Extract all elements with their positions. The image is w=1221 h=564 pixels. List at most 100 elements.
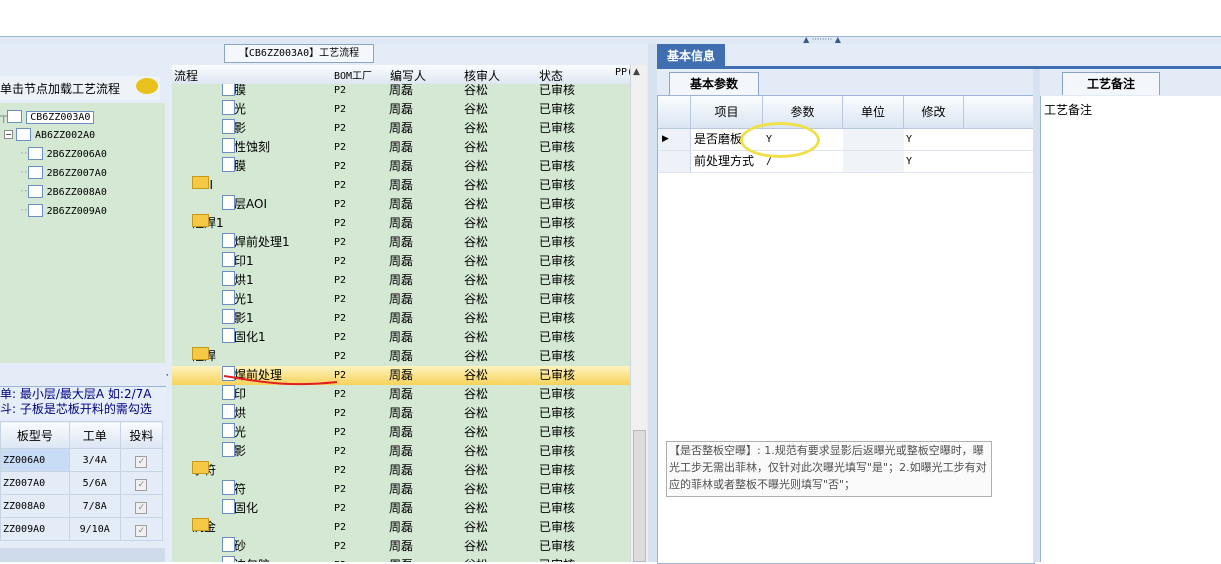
- table-row[interactable]: 丝印1 P2 周磊 谷松 已审核: [172, 252, 630, 271]
- yellow-highlight-circle: [740, 122, 820, 158]
- table-row[interactable]: −字符 P2 周磊 谷松 已审核: [172, 461, 630, 480]
- table-row[interactable]: ZZ007A0 5/6A ✓: [0, 471, 164, 495]
- status-cell: 已审核: [539, 216, 576, 230]
- col-header-modify[interactable]: 修改: [904, 96, 964, 129]
- author-cell: 周磊: [389, 406, 414, 420]
- author-cell: 周磊: [389, 387, 414, 401]
- author-cell: 周磊: [389, 216, 414, 230]
- feed-checkbox[interactable]: ✓: [135, 501, 148, 514]
- author-cell: 周磊: [389, 197, 414, 211]
- tab-basic-info[interactable]: 基本信息: [657, 44, 725, 68]
- folder-icon: [192, 347, 209, 360]
- col-header-model[interactable]: 板型号: [0, 421, 70, 449]
- table-row[interactable]: 字符 P2 周磊 谷松 已审核: [172, 480, 630, 499]
- bom-cell: P2: [334, 161, 347, 172]
- table-row[interactable]: 喷砂 P2 周磊 谷松 已审核: [172, 537, 630, 556]
- table-row[interactable]: ZZ009A0 9/10A ✓: [0, 517, 164, 541]
- table-row[interactable]: ZZ008A0 7/8A ✓: [0, 494, 164, 518]
- col-header-status[interactable]: 状态: [539, 67, 563, 84]
- table-row[interactable]: 前处理方式 / Y: [658, 151, 1034, 173]
- top-toolbar-band: [0, 36, 1221, 44]
- author-cell: 周磊: [389, 520, 414, 534]
- table-row[interactable]: 退膜 P2 周磊 谷松 已审核: [172, 157, 630, 176]
- reviewer-cell: 谷松: [464, 330, 489, 344]
- tree-node-level2[interactable]: ·· 2B6ZZ009A0: [20, 201, 107, 219]
- speech-bubble-icon[interactable]: [136, 78, 158, 94]
- table-row[interactable]: 贴膜 P2 周磊 谷松 已审核: [172, 84, 630, 100]
- reviewer-cell: 谷松: [464, 197, 489, 211]
- col-header-feed[interactable]: 投料: [119, 421, 164, 449]
- splitter-grip[interactable]: ▲ ········ ▲: [792, 36, 852, 44]
- collapse-icon[interactable]: −: [4, 130, 13, 139]
- table-row[interactable]: 预烘1 P2 周磊 谷松 已审核: [172, 271, 630, 290]
- tree-node-level2[interactable]: ·· 2B6ZZ007A0: [20, 163, 107, 181]
- table-row[interactable]: −沉金 P2 周磊 谷松 已审核: [172, 518, 630, 537]
- bom-cell: P2: [334, 503, 347, 514]
- table-row[interactable]: −AOI P2 周磊 谷松 已审核: [172, 176, 630, 195]
- table-row[interactable]: 板边包胶 P2 周磊 谷松 已审核: [172, 556, 630, 562]
- author-cell: 周磊: [389, 556, 413, 562]
- table-row[interactable]: 阻焊前处理1 P2 周磊 谷松 已审核: [172, 233, 630, 252]
- tab-basic-params[interactable]: 基本参数: [669, 72, 759, 95]
- bom-cell: P2: [334, 237, 347, 248]
- col-header-reviewer[interactable]: 核审人: [464, 67, 500, 84]
- flow-step-cell: 贴膜: [222, 84, 246, 100]
- feed-checkbox[interactable]: ✓: [135, 478, 148, 491]
- table-row[interactable]: 预烘 P2 周磊 谷松 已审核: [172, 404, 630, 423]
- reviewer-cell: 谷松: [464, 368, 489, 382]
- status-cell: 已审核: [539, 140, 576, 154]
- tree-node-root[interactable]: ┬ CB6ZZ003A0: [0, 107, 95, 125]
- reviewer-cell: 谷松: [464, 159, 489, 173]
- flow-step-cell: −阻焊: [192, 347, 216, 366]
- col-header-bom[interactable]: BOM工厂: [334, 67, 372, 82]
- folder-icon: [192, 461, 209, 474]
- vertical-scrollbar[interactable]: ▲: [630, 65, 647, 562]
- status-cell: 已审核: [539, 330, 576, 344]
- remarks-body[interactable]: 工艺备注: [1040, 96, 1221, 562]
- table-row[interactable]: 显影 P2 周磊 谷松 已审核: [172, 442, 630, 461]
- table-row[interactable]: ZZ006A0 3/4A ✓: [0, 448, 164, 472]
- bom-cell: P2: [334, 180, 347, 191]
- table-row[interactable]: 外层AOI P2 周磊 谷松 已审核: [172, 195, 630, 214]
- col-header-item[interactable]: 项目: [691, 96, 763, 129]
- document-icon: [222, 138, 235, 153]
- col-header-order[interactable]: 工单: [68, 421, 121, 449]
- scroll-thumb[interactable]: [633, 430, 646, 562]
- table-row[interactable]: −阻焊 P2 周磊 谷松 已审核: [172, 347, 630, 366]
- table-row[interactable]: 酸性蚀刻 P2 周磊 谷松 已审核: [172, 138, 630, 157]
- col-header-author[interactable]: 编写人: [390, 67, 426, 84]
- table-row[interactable]: ▶ 是否磨板 Y Y: [658, 129, 1034, 151]
- reviewer-cell: 谷松: [464, 254, 489, 268]
- node-icon: [27, 204, 43, 217]
- flow-step-cell: 酸性蚀刻: [222, 138, 270, 157]
- feed-checkbox[interactable]: ✓: [135, 524, 148, 537]
- table-row[interactable]: 终固化1 P2 周磊 谷松 已审核: [172, 328, 630, 347]
- bom-cell: P2: [334, 351, 347, 362]
- tree-node-level2[interactable]: ·· 2B6ZZ008A0: [20, 182, 107, 200]
- horizontal-scrollbar[interactable]: [0, 548, 165, 562]
- col-header-unit[interactable]: 单位: [843, 96, 904, 129]
- document-icon: [222, 423, 235, 438]
- tab-process-remarks[interactable]: 工艺备注: [1062, 72, 1160, 95]
- status-cell: 已审核: [539, 121, 576, 135]
- status-cell: 已审核: [539, 425, 576, 439]
- document-icon: [222, 499, 235, 514]
- document-icon: [222, 290, 235, 305]
- table-row[interactable]: 曝光1 P2 周磊 谷松 已审核: [172, 290, 630, 309]
- status-cell: 已审核: [539, 539, 576, 553]
- scroll-up-icon[interactable]: ▲: [633, 67, 640, 77]
- vertical-splitter[interactable]: [648, 44, 657, 562]
- table-row[interactable]: 显影1 P2 周磊 谷松 已审核: [172, 309, 630, 328]
- feed-checkbox[interactable]: ✓: [135, 455, 148, 468]
- table-row[interactable]: 曝光 P2 周磊 谷松 已审核: [172, 423, 630, 442]
- table-row[interactable]: 终固化 P2 周磊 谷松 已审核: [172, 499, 630, 518]
- col-header-flow[interactable]: 流程: [174, 67, 198, 84]
- bom-cell: P2: [334, 294, 347, 305]
- tree-node-level2[interactable]: ·· 2B6ZZ006A0: [20, 144, 107, 162]
- tree-node-level1[interactable]: − AB6ZZ002A0: [4, 125, 95, 143]
- table-row[interactable]: −阻焊1 P2 周磊 谷松 已审核: [172, 214, 630, 233]
- current-row-icon: ▶: [658, 129, 691, 150]
- table-row[interactable]: 显影 P2 周磊 谷松 已审核: [172, 119, 630, 138]
- vertical-splitter[interactable]: [1033, 69, 1040, 562]
- table-row[interactable]: 曝光 P2 周磊 谷松 已审核: [172, 100, 630, 119]
